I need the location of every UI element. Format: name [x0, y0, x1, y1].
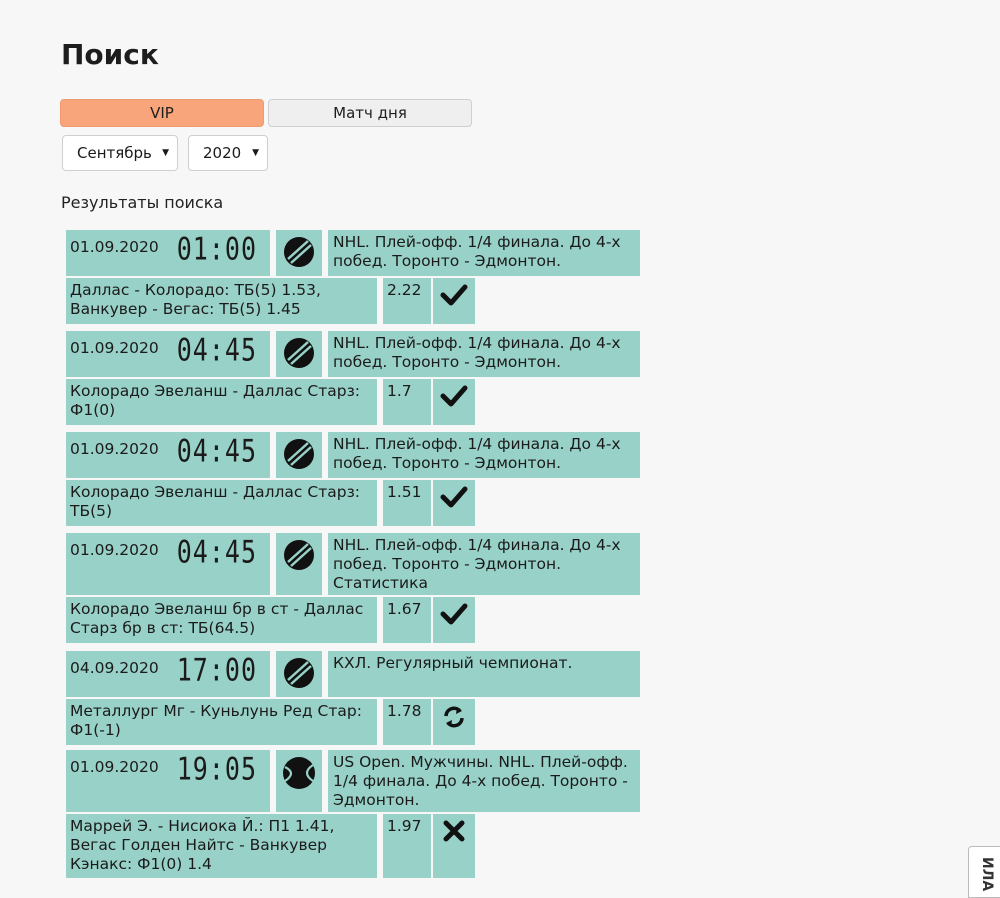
cross-icon [442, 819, 466, 848]
match-datetime: 01.09.2020 04:45 [66, 331, 270, 377]
results-title: Результаты поиска [61, 193, 224, 212]
hockey-puck-icon [282, 235, 316, 274]
bet-details: Даллас - Колорадо: ТБ(5) 1.53, Ванкувер … [66, 278, 377, 324]
match-time: 04:45 [176, 331, 258, 368]
hockey-puck-icon [282, 538, 316, 577]
bet-status [433, 699, 475, 745]
bet-details: Колорадо Эвеланш бр в ст - Даллас Старз … [66, 597, 377, 643]
match-time: 17:00 [176, 651, 258, 688]
match-datetime: 01.09.2020 19:05 [66, 750, 270, 812]
match-description: NHL. Плей-офф. 1/4 финала. До 4-х побед.… [328, 331, 640, 377]
hockey-puck-icon [282, 336, 316, 375]
match-description: NHL. Плей-офф. 1/4 финала. До 4-х побед.… [328, 533, 640, 595]
bet-coefficient-value: 2.22 [387, 281, 422, 299]
sport-cell [276, 331, 322, 377]
bet-details: Маррей Э. - Нисиока Й.: П1 1.41, Вегас Г… [66, 814, 377, 878]
sport-cell [276, 651, 322, 697]
bet-coefficient-value: 1.7 [387, 382, 412, 400]
month-select[interactable]: Сентябрь ▼ [62, 135, 178, 171]
tennis-ball-icon [281, 755, 317, 796]
match-description-text: NHL. Плей-офф. 1/4 финала. До 4-х побед.… [333, 536, 621, 592]
match-date: 04.09.2020 [70, 659, 159, 677]
bet-coefficient-value: 1.97 [387, 817, 422, 835]
bet-details: Колорадо Эвеланш - Даллас Старз: ТБ(5) [66, 480, 377, 526]
match-date: 01.09.2020 [70, 440, 159, 458]
match-time: 04:45 [176, 533, 258, 570]
bet-details: Металлург Мг - Куньлунь Ред Стар: Ф1(-1) [66, 699, 377, 745]
bet-details-text: Металлург Мг - Куньлунь Ред Стар: Ф1(-1) [70, 702, 362, 739]
match-description-text: NHL. Плей-офф. 1/4 финала. До 4-х побед.… [333, 233, 621, 270]
side-feedback-tab[interactable]: ИЛА [968, 846, 1000, 898]
bet-coefficient: 1.67 [383, 597, 431, 643]
bet-details-text: Колорадо Эвеланш - Даллас Старз: Ф1(0) [70, 382, 361, 419]
bet-details: Колорадо Эвеланш - Даллас Старз: Ф1(0) [66, 379, 377, 425]
bet-coefficient: 1.97 [383, 814, 431, 878]
bet-details-text: Колорадо Эвеланш - Даллас Старз: ТБ(5) [70, 483, 361, 520]
year-select[interactable]: 2020 ▼ [188, 135, 268, 171]
match-description-text: NHL. Плей-офф. 1/4 финала. До 4-х побед.… [333, 334, 621, 371]
match-datetime: 01.09.2020 04:45 [66, 432, 270, 478]
bet-coefficient-value: 1.78 [387, 702, 422, 720]
checkmark-icon [440, 283, 468, 312]
match-description-text: КХЛ. Регулярный чемпионат. [333, 654, 573, 672]
bet-coefficient-value: 1.67 [387, 600, 422, 618]
match-datetime: 01.09.2020 01:00 [66, 230, 270, 276]
match-date: 01.09.2020 [70, 339, 159, 357]
match-time: 01:00 [176, 230, 258, 267]
year-select-value: 2020 [203, 144, 242, 162]
side-tab-label: ИЛА [979, 857, 995, 892]
tab-bar: VIP Матч дня [60, 99, 472, 127]
filters: Сентябрь ▼ 2020 ▼ [62, 135, 268, 171]
match-datetime: 01.09.2020 04:45 [66, 533, 270, 595]
hockey-puck-icon [282, 437, 316, 476]
month-select-value: Сентябрь [77, 144, 152, 162]
match-description: NHL. Плей-офф. 1/4 финала. До 4-х побед.… [328, 230, 640, 276]
bet-coefficient: 1.7 [383, 379, 431, 425]
match-description: US Open. Мужчины. NHL. Плей-офф. 1/4 фин… [328, 750, 640, 812]
sport-cell [276, 533, 322, 595]
bet-coefficient: 2.22 [383, 278, 431, 324]
bet-status [433, 379, 475, 425]
match-date: 01.09.2020 [70, 541, 159, 559]
tab-match-of-day[interactable]: Матч дня [268, 99, 472, 127]
bet-details-text: Даллас - Колорадо: ТБ(5) 1.53, Ванкувер … [70, 281, 321, 318]
checkmark-icon [440, 384, 468, 413]
match-description: КХЛ. Регулярный чемпионат. [328, 651, 640, 697]
match-time: 04:45 [176, 432, 258, 469]
bet-details-text: Маррей Э. - Нисиока Й.: П1 1.41, Вегас Г… [70, 817, 335, 873]
sport-cell [276, 230, 322, 276]
match-description-text: US Open. Мужчины. NHL. Плей-офф. 1/4 фин… [333, 753, 628, 809]
bet-coefficient: 1.51 [383, 480, 431, 526]
match-description: NHL. Плей-офф. 1/4 финала. До 4-х побед.… [328, 432, 640, 478]
tab-vip[interactable]: VIP [60, 99, 264, 127]
match-time: 19:05 [176, 750, 258, 787]
bet-status [433, 814, 475, 878]
match-datetime: 04.09.2020 17:00 [66, 651, 270, 697]
bet-details-text: Колорадо Эвеланш бр в ст - Даллас Старз … [70, 600, 364, 637]
bet-status [433, 597, 475, 643]
checkmark-icon [440, 485, 468, 514]
chevron-down-icon: ▼ [252, 148, 259, 158]
checkmark-icon [440, 602, 468, 631]
bet-status [433, 480, 475, 526]
bet-status [433, 278, 475, 324]
match-description-text: NHL. Плей-офф. 1/4 финала. До 4-х побед.… [333, 435, 621, 472]
sport-cell [276, 750, 322, 812]
page-title: Поиск [61, 38, 159, 71]
match-date: 01.09.2020 [70, 758, 159, 776]
match-date: 01.09.2020 [70, 238, 159, 256]
bet-coefficient: 1.78 [383, 699, 431, 745]
hockey-puck-icon [282, 656, 316, 695]
chevron-down-icon: ▼ [162, 148, 169, 158]
bet-coefficient-value: 1.51 [387, 483, 422, 501]
refresh-icon [442, 704, 466, 735]
sport-cell [276, 432, 322, 478]
